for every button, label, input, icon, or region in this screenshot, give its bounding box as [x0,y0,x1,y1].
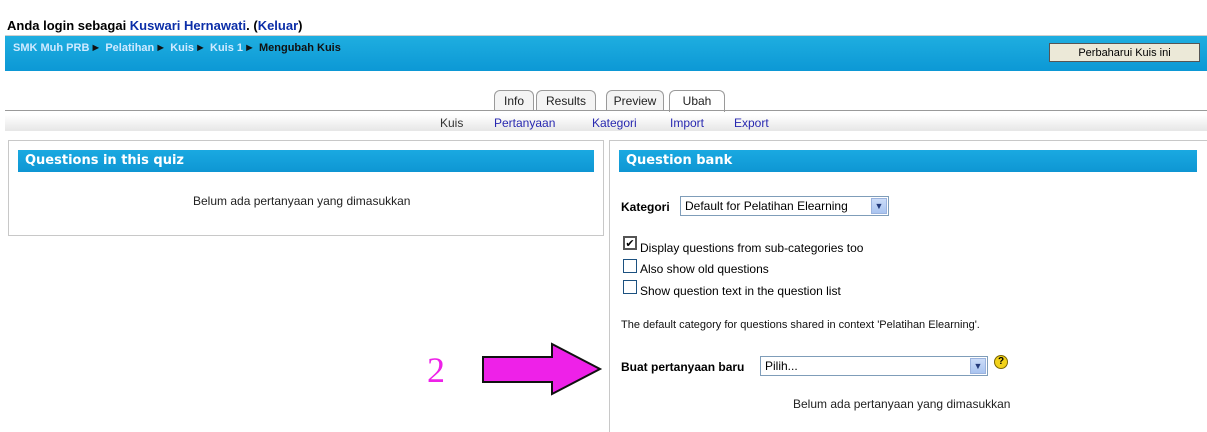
left-empty-message: Belum ada pertanyaan yang dimasukkan [193,194,411,208]
login-dot: . ( [246,18,258,33]
subtab-import[interactable]: Import [670,116,704,130]
right-empty-message: Belum ada pertanyaan yang dimasukkan [793,397,1011,411]
help-icon[interactable]: ? [994,355,1008,369]
logout-link[interactable]: Keluar [258,18,298,33]
kategori-select-value: Default for Pelatihan Elearning [685,199,848,213]
question-text-label: Show question text in the question list [640,284,841,298]
breadcrumb-home[interactable]: SMK Muh PRB [13,42,89,54]
breadcrumb-kuis-1[interactable]: Kuis 1 [210,42,243,54]
breadcrumb-separator: ► [90,42,102,54]
tab-results[interactable]: Results [536,90,596,111]
subcategories-checkbox[interactable]: ✔ [623,236,637,250]
new-question-label: Buat pertanyaan baru [621,360,745,374]
subtab-kategori[interactable]: Kategori [592,116,637,130]
login-suffix: ) [298,18,303,33]
tab-row: Info Results Preview Ubah [0,90,1207,112]
subtab-pertanyaan[interactable]: Pertanyaan [494,116,555,130]
breadcrumb-current: Mengubah Kuis [258,42,341,54]
breadcrumb-separator: ► [195,42,206,54]
annotation-arrow-icon [482,342,603,396]
tab-underline [5,110,1207,111]
questions-in-quiz-title: Questions in this quiz [18,150,594,172]
subtab-export[interactable]: Export [734,116,769,130]
tab-info[interactable]: Info [494,90,534,111]
tab-preview[interactable]: Preview [606,90,664,111]
breadcrumb-kuis[interactable]: Kuis [170,42,194,54]
default-category-note: The default category for questions share… [621,319,980,331]
subcategories-label: Display questions from sub-categories to… [640,241,864,255]
chevron-down-icon[interactable]: ▼ [970,358,986,374]
annotation-number: 2 [427,350,445,390]
breadcrumb-separator: ► [244,42,255,54]
old-questions-label: Also show old questions [640,262,769,276]
questions-in-quiz-panel: Questions in this quiz Belum ada pertany… [8,140,604,236]
breadcrumb-separator: ► [155,42,167,54]
kategori-select[interactable]: Default for Pelatihan Elearning ▼ [680,196,889,216]
old-questions-checkbox[interactable] [623,259,637,273]
navigation-bar: SMK Muh PRB► Pelatihan► Kuis► Kuis 1► Me… [5,36,1207,71]
question-bank-title: Question bank [619,150,1197,172]
question-text-checkbox[interactable] [623,280,637,294]
chevron-down-icon[interactable]: ▼ [871,198,887,214]
tab-ubah[interactable]: Ubah [669,90,725,112]
login-info: Anda login sebagai Kuswari Hernawati. (K… [7,18,303,33]
login-prefix: Anda login sebagai [7,18,130,33]
user-link[interactable]: Kuswari Hernawati [130,18,246,33]
breadcrumb: SMK Muh PRB► Pelatihan► Kuis► Kuis 1► Me… [13,42,341,54]
update-quiz-button[interactable]: Perbaharui Kuis ini [1049,43,1200,62]
breadcrumb-pelatihan[interactable]: Pelatihan [105,42,154,54]
kategori-label: Kategori [621,200,670,214]
subtab-kuis[interactable]: Kuis [440,116,463,130]
new-question-select[interactable]: Pilih... ▼ [760,356,988,376]
new-question-select-value: Pilih... [765,359,798,373]
